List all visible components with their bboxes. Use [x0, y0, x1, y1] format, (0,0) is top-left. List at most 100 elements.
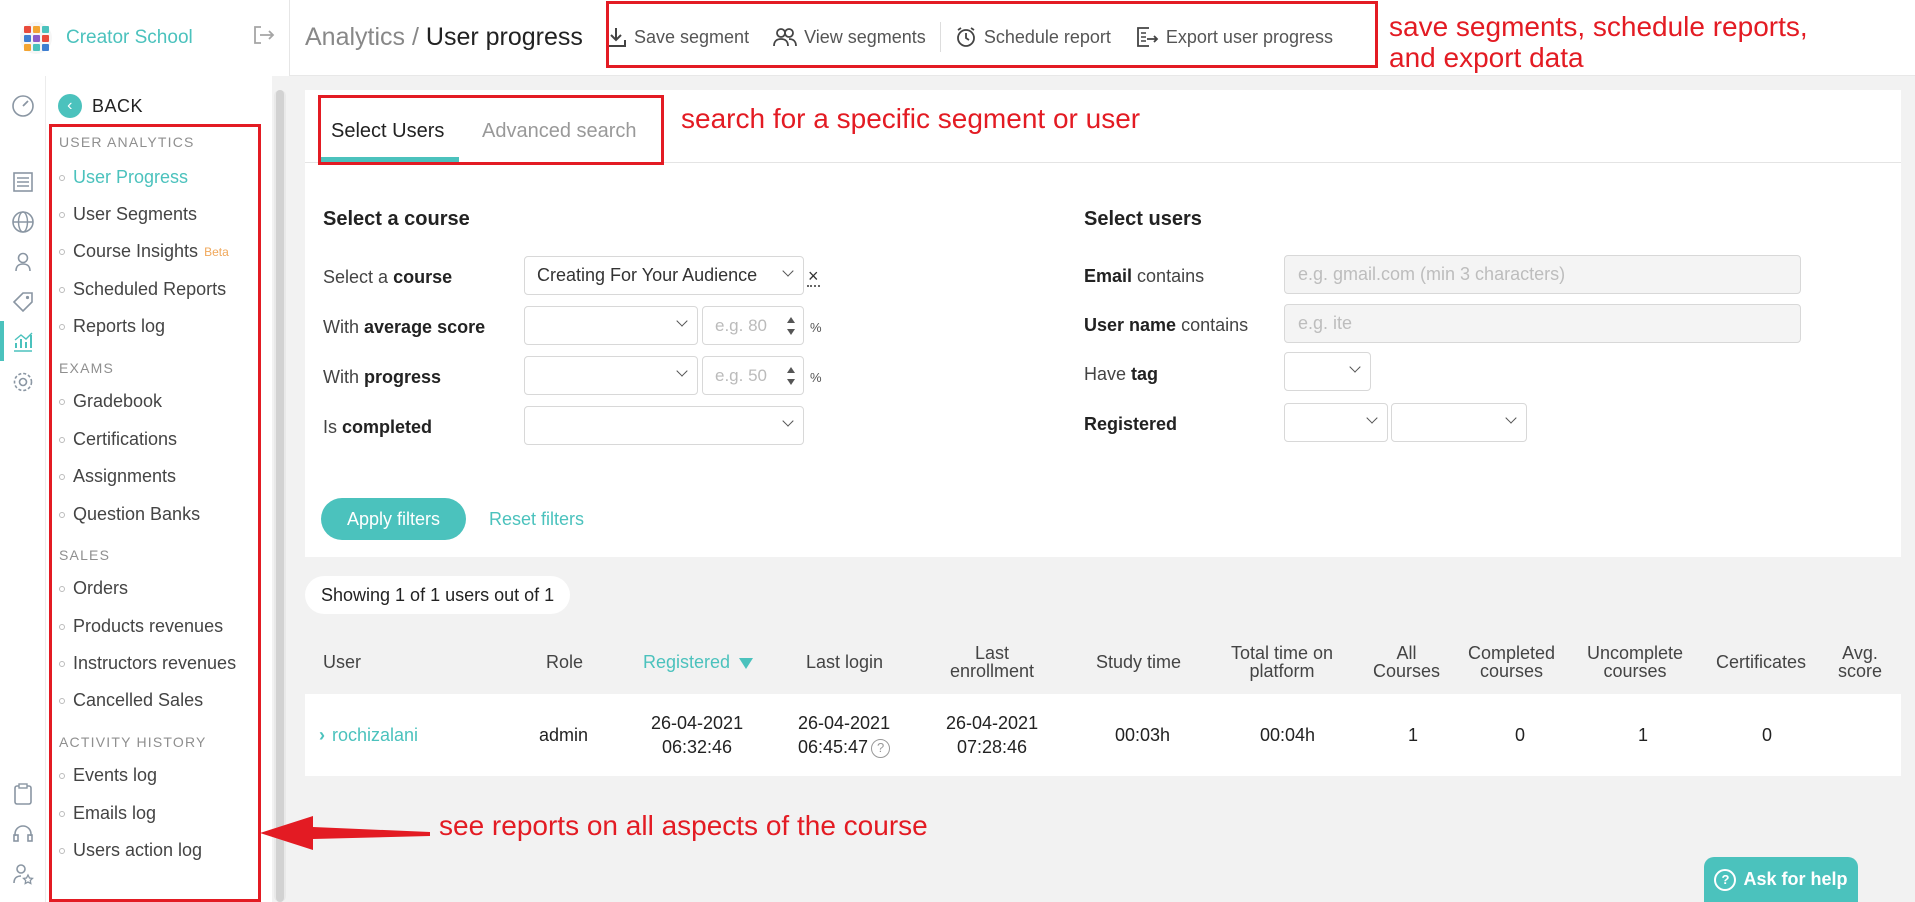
chevron-right-icon[interactable]: › — [319, 725, 325, 745]
tag-select[interactable] — [1284, 352, 1371, 391]
user-icon[interactable] — [11, 250, 35, 274]
apply-filters-button[interactable]: Apply filters — [321, 498, 466, 540]
user-link[interactable]: rochizalani — [332, 725, 418, 745]
progress-unit: % — [810, 370, 822, 385]
username-contains-label: User name contains — [1084, 315, 1249, 335]
annotation-box-tabs — [318, 95, 664, 165]
logout-icon[interactable] — [253, 25, 275, 51]
username-contains-input[interactable] — [1284, 304, 1801, 343]
analytics-chart-icon[interactable] — [11, 330, 35, 354]
support-headset-icon[interactable] — [11, 822, 35, 846]
back-button[interactable]: ‹ BACK — [58, 94, 143, 118]
breadcrumb-parent[interactable]: Analytics — [305, 23, 405, 51]
annotation-toolbar-text: save segments, schedule reports, and exp… — [1389, 11, 1808, 73]
progress-placeholder: e.g. 50 — [715, 365, 767, 385]
last-login-cell: 26-04-2021 06:45:47? — [798, 711, 891, 759]
column-role[interactable]: Role — [546, 653, 583, 671]
help-question-icon[interactable]: ? — [871, 738, 891, 758]
completed-courses-cell: 0 — [1515, 725, 1526, 745]
progress-label: With progress — [323, 367, 442, 387]
average-score-operator-select[interactable] — [524, 306, 698, 345]
progress-input[interactable]: e.g. 50 — [702, 356, 804, 395]
column-label-line2: courses — [1603, 661, 1667, 681]
certificates-cell: 0 — [1762, 725, 1773, 745]
column-completed-courses[interactable]: Completed courses — [1468, 644, 1555, 680]
globe-icon[interactable] — [11, 210, 35, 234]
number-spinner-icon[interactable] — [787, 367, 795, 385]
column-label-line1: All — [1396, 643, 1417, 663]
annotation-toolbar-line1: save segments, schedule reports, — [1389, 11, 1808, 42]
breadcrumb-separator: / — [412, 23, 419, 51]
column-registered[interactable]: Registered — [643, 653, 754, 671]
registered-time: 06:32:46 — [662, 737, 733, 757]
sidebar-scrollbar[interactable] — [274, 90, 286, 902]
annotation-arrow-icon — [260, 816, 430, 850]
reset-filters-link[interactable]: Reset filters — [489, 509, 584, 530]
chevron-down-icon — [1349, 361, 1361, 373]
chevron-left-icon: ‹ — [58, 94, 82, 118]
dashboard-gauge-icon[interactable] — [11, 94, 35, 118]
table-header: User Role Registered Last login Last enr… — [305, 630, 1901, 692]
registered-cell: 26-04-2021 06:32:46 — [651, 711, 743, 759]
last-login-time: 06:45:47 — [798, 737, 869, 757]
email-contains-input[interactable] — [1284, 255, 1801, 294]
course-section-title: Select a course — [323, 208, 470, 230]
is-completed-select[interactable] — [524, 406, 804, 445]
select-course-label: Select a course — [323, 267, 453, 287]
settings-gear-icon[interactable] — [11, 370, 35, 394]
registered-period-select[interactable] — [1391, 403, 1527, 442]
column-label-line2: courses — [1480, 661, 1544, 681]
column-uncomplete-courses[interactable]: Uncomplete courses — [1587, 644, 1683, 680]
column-certificates[interactable]: Certificates — [1716, 653, 1806, 671]
annotation-tabs-text: search for a specific segment or user — [681, 103, 1141, 134]
tag-icon[interactable] — [11, 290, 35, 314]
all-courses-cell: 1 — [1408, 725, 1419, 745]
table-row[interactable]: › rochizalani admin 26-04-2021 06:32:46 2… — [305, 694, 1901, 776]
rail-active-indicator — [0, 321, 4, 361]
back-label: BACK — [92, 95, 144, 116]
brand-logo-icon[interactable] — [20, 22, 52, 54]
column-label-line2: score — [1838, 661, 1883, 681]
last-enrollment-cell: 26-04-2021 07:28:46 — [946, 711, 1038, 759]
average-score-input[interactable]: e.g. 80 — [702, 306, 804, 345]
column-last-login[interactable]: Last login — [806, 653, 883, 671]
sort-desc-icon — [739, 657, 754, 669]
column-total-time[interactable]: Total time on platform — [1231, 644, 1333, 680]
breadcrumb: Analytics / User progress — [305, 23, 583, 52]
clipboard-icon[interactable] — [11, 782, 35, 806]
annotation-toolbar-line2: and export data — [1389, 42, 1584, 73]
brand-name[interactable]: Creator School — [66, 27, 193, 49]
ask-for-help-label: Ask for help — [1743, 869, 1848, 889]
chevron-down-icon — [782, 265, 794, 277]
last-enrollment-date: 26-04-2021 — [946, 713, 1039, 733]
page-title: User progress — [425, 23, 583, 51]
help-question-icon: ? — [1714, 868, 1737, 891]
average-score-label: With average score — [323, 317, 486, 337]
course-select-value: Creating For Your Audience — [537, 265, 758, 285]
sidebar-scrollbar-thumb[interactable] — [276, 90, 284, 902]
column-avg-score[interactable]: Avg. score — [1838, 644, 1882, 680]
user-cell[interactable]: › rochizalani — [319, 723, 418, 747]
column-last-enrollment[interactable]: Last enrollment — [950, 644, 1034, 680]
registered-label: Registered — [1084, 414, 1178, 434]
brand-bar: Creator School — [0, 0, 290, 76]
column-user[interactable]: User — [323, 653, 361, 671]
column-study-time[interactable]: Study time — [1096, 653, 1181, 671]
number-spinner-icon[interactable] — [787, 317, 795, 335]
column-all-courses[interactable]: All Courses — [1373, 644, 1440, 680]
results-count: Showing 1 of 1 users out of 1 — [305, 576, 571, 614]
column-label-line2: Courses — [1373, 661, 1441, 681]
last-enrollment-time: 07:28:46 — [957, 737, 1028, 757]
last-login-date: 26-04-2021 — [798, 713, 891, 733]
courses-list-icon[interactable] — [11, 170, 35, 194]
registered-operator-select[interactable] — [1284, 403, 1388, 442]
study-time-cell: 00:03h — [1115, 725, 1171, 745]
clear-course-button[interactable]: × — [807, 267, 820, 287]
progress-operator-select[interactable] — [524, 356, 698, 395]
total-time-cell: 00:04h — [1260, 725, 1316, 745]
column-label-line2: platform — [1249, 661, 1315, 681]
ask-for-help-button[interactable]: ? Ask for help — [1704, 857, 1858, 902]
user-star-icon[interactable] — [11, 862, 35, 886]
annotation-box-sidebar — [49, 124, 261, 902]
course-select[interactable]: Creating For Your Audience — [524, 256, 804, 295]
